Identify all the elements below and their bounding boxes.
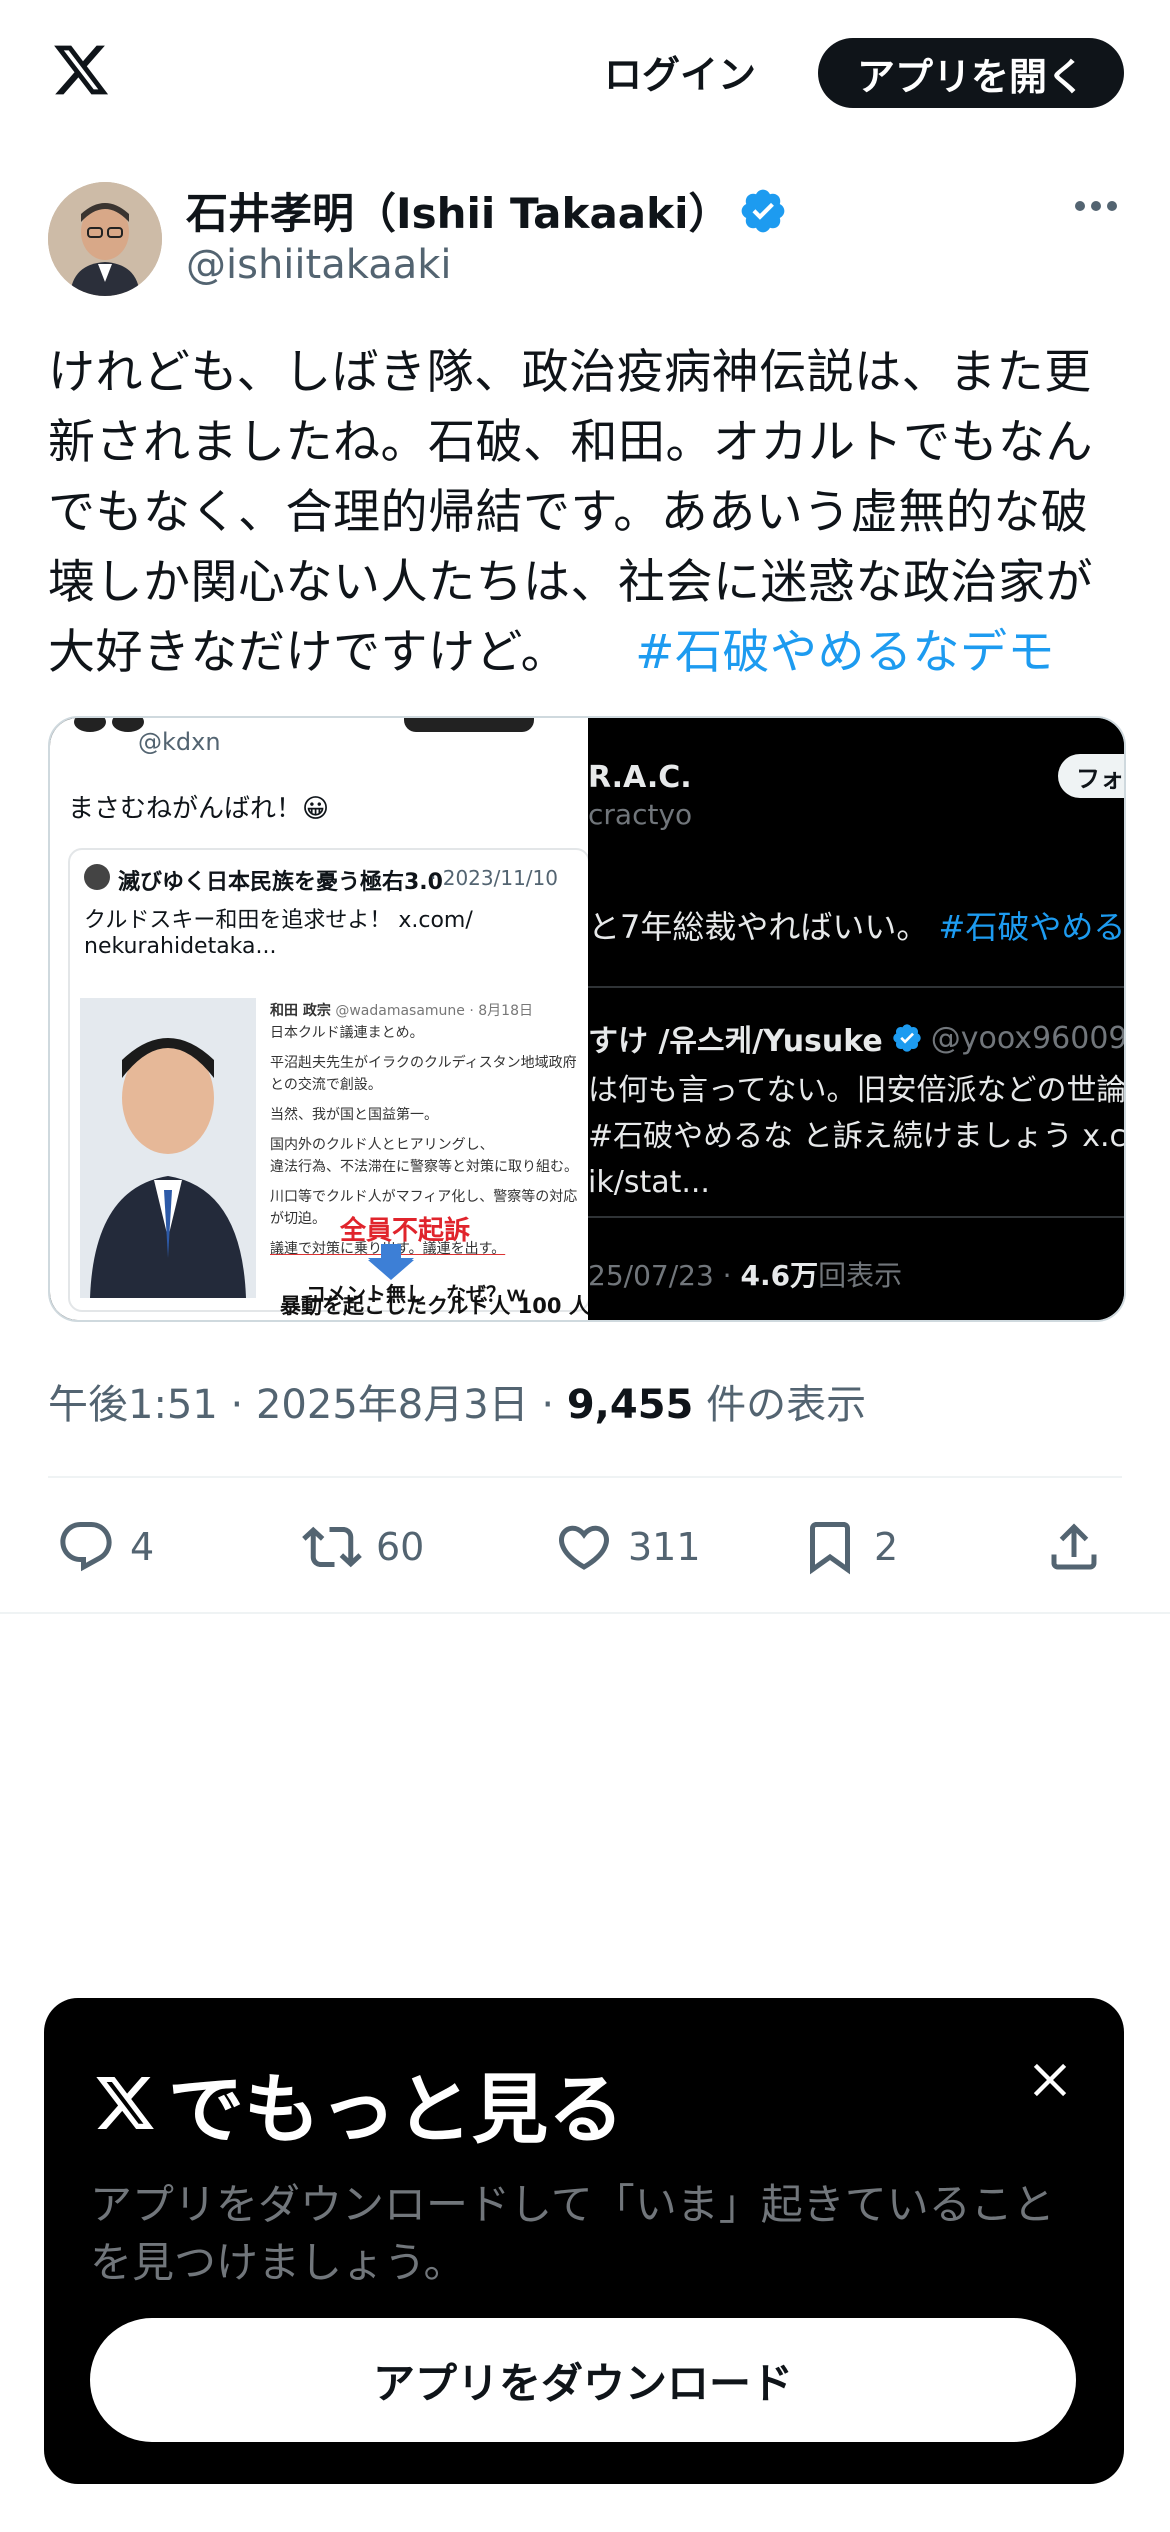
right-text: と7年総裁やればいい。: [588, 908, 929, 946]
inner-name: 和田 政宗: [270, 1003, 331, 1019]
right-text-fragment: と7年総裁やればいい。 #石破やめる: [588, 902, 1126, 948]
share-icon: [1051, 1523, 1097, 1570]
right-reply-name: すけ /유스케/Yusuke: [588, 1024, 883, 1059]
promo-title-text: でもっと見る: [168, 2065, 624, 2154]
reply-button[interactable]: 4: [56, 1512, 154, 1582]
right-date: 25/07/23 ·: [588, 1259, 741, 1292]
hashtag-link[interactable]: #石破やめるなデモ: [635, 625, 1055, 680]
repost-icon: [302, 1526, 362, 1568]
repost-button[interactable]: 60: [302, 1512, 424, 1582]
author-display-name[interactable]: 石井孝明（Ishii Takaaki）: [186, 180, 730, 241]
login-link[interactable]: ログイン: [604, 44, 756, 99]
right-hashtag: #石破やめる: [938, 908, 1126, 946]
verified-badge-icon: [893, 1024, 921, 1052]
tweet-text: けれども、しばき隊、政治疫病神伝説は、また更新されましたね。石破、和田。オカルト…: [48, 338, 1128, 688]
attached-image[interactable]: @kdxn まさむねがんばれ！😀 滅びゆく日本民族を憂う極右3.0 · 2023…: [48, 716, 1126, 1322]
reply-count: 4: [130, 1525, 155, 1569]
quote-text-2: nekurahidetaka...: [84, 934, 277, 959]
share-button[interactable]: [1044, 1512, 1104, 1582]
inner-line: 国内外のクルド人とヒアリングし、: [270, 1137, 494, 1153]
download-app-button[interactable]: アプリをダウンロード: [90, 2318, 1076, 2442]
arrow-down-icon: [368, 1246, 414, 1280]
right-divider: [588, 986, 1124, 988]
verified-badge-icon: [741, 189, 785, 233]
right-reply-header: すけ /유스케/Yusuke @yoox960093: [588, 1016, 1126, 1060]
inner-line: 日本クルド議連まとめ。: [270, 1025, 424, 1041]
right-divider: [588, 1216, 1124, 1218]
avatar[interactable]: [48, 182, 162, 296]
media-right-panel: R.A.C. cractyo フォ と7年総裁やればいい。 #石破やめる すけ …: [588, 718, 1124, 1320]
reply-icon: [60, 1522, 112, 1572]
open-app-button[interactable]: アプリを開く: [818, 38, 1124, 108]
views-label: 件の表示: [706, 1382, 867, 1428]
inner-line: 平沼赳夫先生がイラクのクルディスタン地域政府との交流で創設。: [270, 1055, 577, 1093]
close-icon[interactable]: [1024, 2054, 1076, 2106]
left-pill: [404, 718, 534, 732]
right-reply-body: は何も言ってない。旧安倍派などの世論 #石破やめるな と訴え続けましょう x.c…: [588, 1068, 1126, 1206]
right-reply-handle: @yoox960093: [930, 1020, 1126, 1056]
media-left-panel: @kdxn まさむねがんばれ！😀 滅びゆく日本民族を憂う極右3.0 · 2023…: [50, 718, 590, 1320]
divider: [0, 1612, 1170, 1614]
right-meta: 25/07/23 · 4.6万回表示: [588, 1254, 902, 1294]
left-reply-text: まさむねがんばれ！😀: [68, 794, 330, 824]
repost-count: 60: [376, 1525, 425, 1569]
promo-body: アプリをダウンロードして「いま」起きていることを見つけましょう。: [90, 2180, 1055, 2287]
overlay-text-3: コメント無し なぜ？ｗ: [306, 1282, 526, 1306]
like-count: 311: [628, 1525, 701, 1569]
left-handle: @kdxn: [138, 728, 221, 756]
inner-line: 違法行為、不法滞在に警察等と対策に取り組む。: [270, 1159, 578, 1175]
left-quoted-post: 滅びゆく日本民族を憂う極右3.0 · 2023/11/10 クルドスキー和田を追…: [68, 848, 590, 1318]
views-count: 9,455: [566, 1382, 694, 1428]
more-options-icon[interactable]: [1074, 196, 1118, 216]
right-follow-fragment: フォ: [1058, 754, 1124, 798]
inner-line: 当然、我が国と国益第一。: [270, 1107, 438, 1123]
bookmark-count: 2: [874, 1525, 899, 1569]
quote-text-1: クルドスキー和田を追求せよ！ x.com/: [84, 908, 473, 933]
right-reply-line: ik/stat...: [588, 1165, 710, 1200]
right-name-fragment: R.A.C.: [588, 760, 692, 795]
overlay-text-2: 全員不起訴: [340, 1216, 471, 1246]
tweet-meta: 午後1:51 · 2025年8月3日 · 9,455 件の表示: [48, 1382, 867, 1428]
quote-avatar: [84, 864, 110, 890]
inner-handle: @wadamasamune · 8月18日: [335, 1003, 533, 1019]
right-reply-line: は何も言ってない。旧安倍派などの世論: [588, 1073, 1126, 1108]
right-views-value: 4.6万: [740, 1259, 819, 1292]
avatar-portrait-icon: [48, 182, 162, 296]
quote-date: · 2023/11/10: [430, 866, 558, 890]
like-button[interactable]: 311: [554, 1512, 701, 1582]
app-promo-sheet: でもっと見る アプリをダウンロードして「いま」起きていることを見つけましょう。 …: [44, 1998, 1124, 2484]
bookmark-button[interactable]: 2: [800, 1512, 898, 1582]
x-logo-icon[interactable]: [48, 40, 114, 100]
right-views-label: 回表示: [818, 1259, 903, 1292]
quote-title: 滅びゆく日本民族を憂う極右3.0: [118, 870, 443, 895]
tweet-date[interactable]: 2025年8月3日: [256, 1382, 529, 1428]
x-logo-icon: [96, 2077, 154, 2129]
promo-title: でもっと見る: [90, 2048, 624, 2158]
tweet-time[interactable]: 午後1:51: [48, 1382, 218, 1428]
right-handle-fragment: cractyo: [588, 798, 693, 831]
politician-photo: [80, 998, 256, 1298]
bookmark-icon: [810, 1522, 850, 1575]
divider: [48, 1476, 1122, 1478]
heart-icon: [558, 1525, 610, 1570]
right-reply-line: #石破やめるな と訴え続けましょう x.c: [588, 1119, 1126, 1154]
author-handle[interactable]: @ishiitakaaki: [186, 242, 452, 288]
